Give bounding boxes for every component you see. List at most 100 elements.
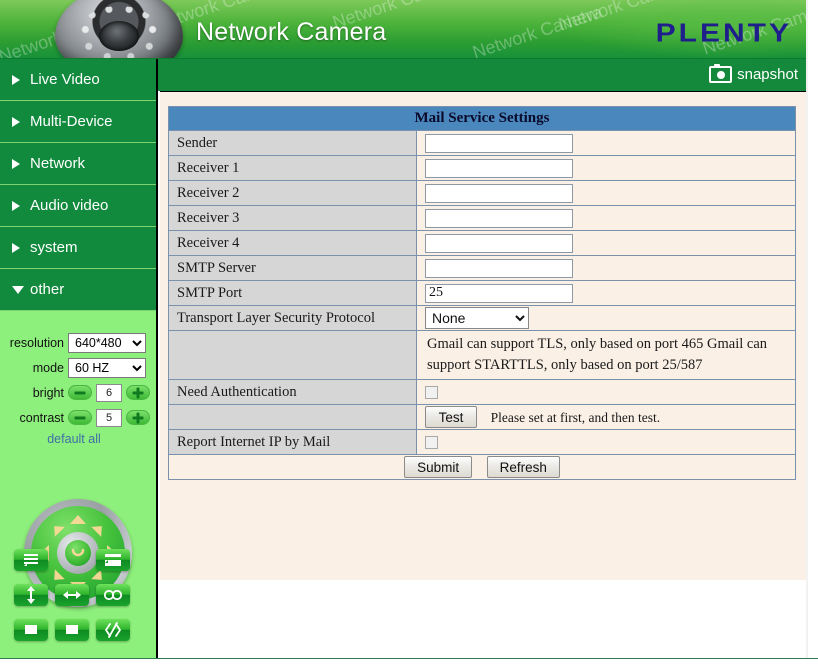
contrast-plus-button[interactable] (126, 410, 150, 425)
resolution-label: resolution (9, 335, 64, 350)
sidebar-item-label: other (30, 281, 65, 298)
refresh-button[interactable]: Refresh (486, 456, 560, 479)
page-title: Network Camera (196, 18, 387, 46)
mode-label: mode (32, 360, 64, 375)
sender-label: Sender (168, 130, 417, 156)
smtp-port-input[interactable] (425, 283, 573, 303)
mode-select[interactable]: 60 HZ (68, 357, 146, 378)
sidebar-item-label: Audio video (30, 197, 109, 214)
camera-lens-icon (99, 21, 139, 51)
need-auth-checkbox[interactable] (425, 385, 438, 399)
chevron-right-icon (12, 116, 20, 127)
table-row: Receiver 2 (168, 180, 796, 206)
contrast-minus-button[interactable] (68, 410, 92, 425)
page-right-edge (806, 0, 808, 659)
table-row: Report Internet IP by Mail (168, 429, 796, 456)
tls-note: Gmail can support TLS, only based on por… (416, 329, 796, 381)
receiver2-cell (416, 180, 796, 206)
receiver3-label: Receiver 3 (168, 205, 417, 231)
snapshot-button[interactable]: snapshot (709, 63, 798, 86)
ptz-down-left-icon[interactable] (49, 569, 65, 585)
receiver3-input[interactable] (425, 208, 573, 228)
chevron-right-icon (12, 242, 20, 253)
receiver1-cell (416, 155, 796, 181)
io-toggle-icon (105, 622, 121, 638)
sidebar-item-label: Network (30, 155, 86, 172)
table-row: Receiver 1 (168, 155, 796, 181)
form-actions: Submit Refresh (168, 454, 796, 481)
io-toggle-button[interactable] (96, 619, 130, 641)
infinity-loop-icon (103, 589, 123, 601)
sidebar-item-label: Live Video (30, 71, 100, 88)
ptz-up-left-icon[interactable] (49, 521, 65, 537)
smtp-server-label: SMTP Server (168, 255, 417, 281)
sidebar-item-label: system (30, 239, 78, 256)
vertical-patrol-icon (27, 586, 35, 604)
sender-cell (416, 130, 796, 156)
sidebar-item-live-video[interactable]: Live Video (0, 59, 156, 101)
stop-vertical-button[interactable] (14, 619, 48, 641)
vertical-scan-preset-icon (24, 554, 38, 566)
table-row: Receiver 4 (168, 230, 796, 256)
resolution-row: resolution 640*480 (2, 331, 150, 354)
sidebar-item-other[interactable]: other (0, 269, 156, 311)
ptz-home-icon (71, 548, 85, 557)
resolution-select[interactable]: 640*480 (68, 332, 146, 353)
report-ip-label: Report Internet IP by Mail (168, 429, 417, 456)
receiver1-input[interactable] (425, 158, 573, 178)
image-settings-panel: resolution 640*480 mode 60 HZ bright 6 c… (0, 326, 156, 446)
contrast-value: 5 (96, 408, 122, 427)
horizontal-patrol-icon (63, 591, 81, 599)
sender-input[interactable] (425, 133, 573, 153)
report-ip-checkbox[interactable] (425, 435, 438, 449)
submit-button[interactable]: Submit (404, 456, 473, 479)
table-row: Transport Layer Security Protocol None (168, 305, 796, 331)
chevron-right-icon (12, 158, 20, 169)
contrast-label: contrast (19, 410, 64, 425)
horizontal-scan-preset-icon (105, 554, 121, 566)
sidebar-item-system[interactable]: system (0, 227, 156, 269)
need-auth-cell (416, 379, 796, 406)
vertical-scan-preset-button[interactable] (14, 549, 48, 571)
horizontal-patrol-button[interactable] (55, 584, 89, 606)
receiver3-cell (416, 205, 796, 231)
smtp-port-label: SMTP Port (168, 280, 417, 306)
sidebar-item-multi-device[interactable]: Multi-Device (0, 101, 156, 143)
receiver4-input[interactable] (425, 233, 573, 253)
infinity-loop-button[interactable] (96, 584, 130, 606)
bright-plus-button[interactable] (126, 385, 150, 400)
ptz-center-core (65, 540, 91, 566)
receiver1-label: Receiver 1 (168, 155, 417, 181)
bright-minus-button[interactable] (68, 385, 92, 400)
panel-title: Mail Service Settings (168, 106, 796, 131)
ptz-center-button[interactable] (57, 532, 99, 574)
receiver2-input[interactable] (425, 183, 573, 203)
receiver2-label: Receiver 2 (168, 180, 417, 206)
stop-horizontal-button[interactable] (55, 619, 89, 641)
bright-label: bright (32, 385, 64, 400)
sidebar-item-network[interactable]: Network (0, 143, 156, 185)
ptz-up-icon[interactable] (70, 515, 86, 524)
horizontal-scan-preset-button[interactable] (96, 549, 130, 571)
header-banner: Network Camera Network Camera Network Ca… (0, 0, 806, 59)
bright-row: bright 6 (2, 381, 150, 404)
default-all-link[interactable]: default all (0, 432, 150, 446)
stop-horizontal-icon (66, 625, 78, 634)
chevron-down-icon (12, 285, 24, 294)
sidebar-item-audio-video[interactable]: Audio video (0, 185, 156, 227)
brand-logo: PLENTY (655, 19, 792, 48)
ptz-down-right-icon[interactable] (91, 569, 107, 585)
test-hint: Please set at first, and then test. (490, 409, 661, 425)
bright-value: 6 (96, 383, 122, 402)
sidebar: Live Video Multi-Device Network Audio vi… (0, 59, 158, 659)
tls-select[interactable]: None (425, 307, 529, 329)
dome-camera-icon (55, 0, 183, 58)
tls-note-spacer (168, 329, 417, 381)
camera-icon (709, 64, 733, 83)
contrast-row: contrast 5 (2, 406, 150, 429)
smtp-server-input[interactable] (425, 258, 573, 278)
vertical-patrol-button[interactable] (14, 584, 48, 606)
test-button[interactable]: Test (425, 406, 477, 429)
table-row: Gmail can support TLS, only based on por… (168, 329, 796, 381)
ptz-up-right-icon[interactable] (91, 521, 107, 537)
